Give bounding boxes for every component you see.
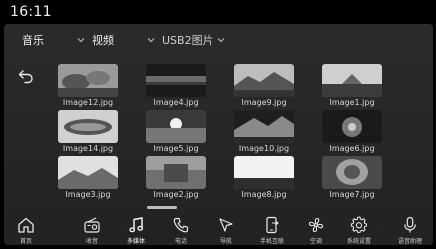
image-filename: Image5.jpg xyxy=(153,144,199,153)
image-thumbnail xyxy=(146,64,206,97)
image-filename: Image7.jpg xyxy=(329,190,375,199)
back-arrow-icon xyxy=(18,70,33,84)
dock-item-voice-assistant[interactable]: 语音助理 xyxy=(388,214,432,245)
media-screen: 音乐 视频 USB2图片 Image12.jpg Image4.jpg Imag… xyxy=(4,24,433,245)
image-item[interactable]: Image3.jpg xyxy=(58,156,128,210)
image-thumbnail xyxy=(234,110,294,143)
image-filename: Image14.jpg xyxy=(62,144,114,153)
tab-usb-pictures-label: USB2图片 xyxy=(162,34,214,47)
dock-item-label: 系统设置 xyxy=(346,238,371,245)
dock-item-label: 收音 xyxy=(85,238,98,245)
image-thumbnail xyxy=(146,110,206,143)
back-button[interactable] xyxy=(16,66,36,86)
clock: 16:11 xyxy=(10,4,52,20)
dock-item-phone[interactable]: 电话 xyxy=(159,214,203,245)
tab-usb-pictures[interactable]: USB2图片 xyxy=(146,32,226,48)
fan-icon xyxy=(307,216,325,234)
gear-icon xyxy=(350,216,368,234)
scroll-indicator[interactable] xyxy=(147,206,177,209)
navigation-icon xyxy=(217,216,235,234)
image-item[interactable]: Image8.jpg xyxy=(234,156,304,210)
image-thumbnail xyxy=(58,64,118,97)
tab-music[interactable]: 音乐 xyxy=(22,32,44,48)
image-thumbnail xyxy=(322,110,382,143)
tab-video[interactable]: 视频 xyxy=(76,32,114,48)
chevron-down-icon xyxy=(76,35,86,45)
dock-item-label: 多媒体 xyxy=(126,238,145,245)
dock-item-label: 语音助理 xyxy=(397,238,422,245)
dock-item-label: 空调 xyxy=(309,238,322,245)
image-filename: Image4.jpg xyxy=(153,98,199,107)
status-bar: 16:11 xyxy=(0,0,436,24)
dock-item-label: 首页 xyxy=(19,238,32,245)
image-filename: Image12.jpg xyxy=(62,98,114,107)
music-note-icon xyxy=(127,216,145,234)
image-item[interactable]: Image7.jpg xyxy=(322,156,392,210)
chevron-down-icon xyxy=(146,35,156,45)
chevron-down-icon xyxy=(216,35,226,45)
tab-music-label: 音乐 xyxy=(22,34,44,47)
dock-item-home[interactable]: 首页 xyxy=(4,214,48,245)
source-tabs: 音乐 视频 USB2图片 xyxy=(4,24,433,54)
dock-item-phone-link[interactable]: 手机互联 xyxy=(250,214,294,245)
dock-item-radio[interactable]: 收音 xyxy=(70,214,114,245)
image-filename: Image1.jpg xyxy=(329,98,375,107)
image-filename: Image3.jpg xyxy=(65,190,111,199)
image-filename: Image10.jpg xyxy=(238,144,290,153)
image-thumbnail xyxy=(234,156,294,189)
image-thumbnail xyxy=(234,64,294,97)
phone-icon xyxy=(172,216,190,234)
dock-item-label: 导航 xyxy=(219,238,232,245)
dock-item-air-conditioning[interactable]: 空调 xyxy=(294,214,338,245)
image-filename: Image6.jpg xyxy=(329,144,375,153)
microphone-icon xyxy=(401,216,419,234)
home-icon xyxy=(17,216,35,234)
image-thumbnail xyxy=(58,156,118,189)
dock-item-settings[interactable]: 系统设置 xyxy=(337,214,381,245)
phone-link-icon xyxy=(263,216,281,234)
radio-icon xyxy=(83,216,101,234)
image-filename: Image8.jpg xyxy=(241,190,287,199)
image-item[interactable]: Image2.jpg xyxy=(146,156,216,210)
dock-item-label: 电话 xyxy=(174,238,187,245)
image-thumbnail xyxy=(322,156,382,189)
dock-item-navigation[interactable]: 导航 xyxy=(204,214,248,245)
image-filename: Image2.jpg xyxy=(153,190,199,199)
dock-item-multimedia[interactable]: 多媒体 xyxy=(114,214,158,245)
bottom-dock: 首页 收音 多媒体 电话 导航 手机互联 空调 系统设置 语音助理 xyxy=(4,214,433,245)
image-thumbnail xyxy=(322,64,382,97)
image-thumbnail xyxy=(58,110,118,143)
image-filename: Image9.jpg xyxy=(241,98,287,107)
tab-video-label: 视频 xyxy=(92,34,114,47)
dock-item-label: 手机互联 xyxy=(259,238,284,245)
image-thumbnail xyxy=(146,156,206,189)
